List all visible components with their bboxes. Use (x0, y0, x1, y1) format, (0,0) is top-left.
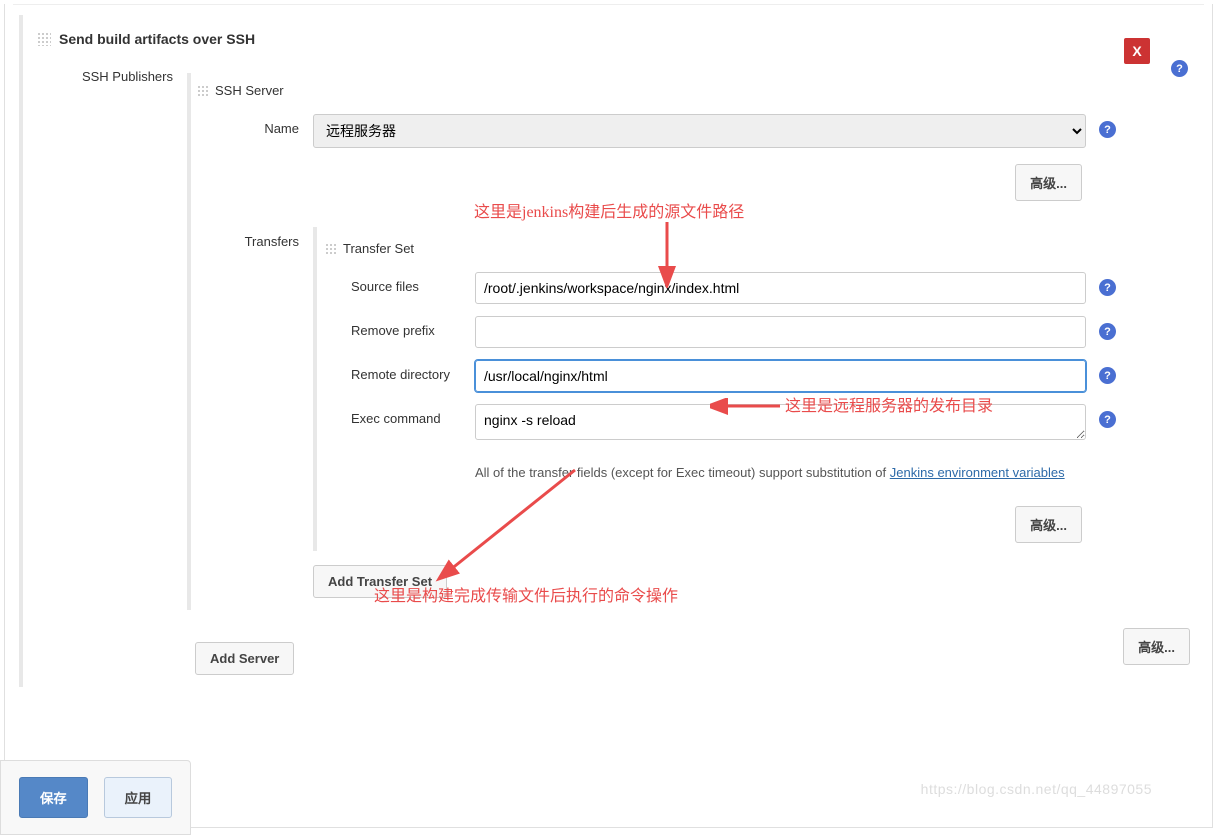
env-vars-link[interactable]: Jenkins environment variables (890, 465, 1065, 480)
help-icon[interactable]: ? (1099, 279, 1116, 296)
help-text: All of the transfer fields (except for E… (475, 455, 1086, 490)
ssh-server-header: SSH Server (197, 73, 1132, 108)
ssh-publishers-label: SSH Publishers (37, 63, 187, 84)
help-icon[interactable]: ? (1099, 121, 1116, 138)
remove-prefix-label: Remove prefix (345, 316, 475, 338)
exec-command-input[interactable]: nginx -s reload (475, 404, 1086, 440)
name-label: Name (203, 114, 313, 136)
advanced-button[interactable]: 高级... (1015, 506, 1082, 543)
advanced-button[interactable]: 高级... (1123, 628, 1190, 665)
ssh-server-name-select[interactable]: 远程服务器 (313, 114, 1086, 148)
drag-handle-icon[interactable] (325, 243, 337, 255)
exec-command-label: Exec command (345, 404, 475, 426)
bottom-bar: 保存 应用 (0, 760, 191, 835)
source-files-input[interactable] (475, 272, 1086, 304)
source-files-label: Source files (345, 272, 475, 294)
help-icon[interactable]: ? (1099, 411, 1116, 428)
advanced-button[interactable]: 高级... (1015, 164, 1082, 201)
transfers-label: Transfers (203, 227, 313, 249)
remove-prefix-input[interactable] (475, 316, 1086, 348)
apply-button[interactable]: 应用 (104, 777, 173, 818)
save-button[interactable]: 保存 (19, 777, 88, 818)
remote-directory-input[interactable] (475, 360, 1086, 392)
section-title: Send build artifacts over SSH (59, 31, 255, 47)
drag-handle-icon[interactable] (197, 85, 209, 97)
remote-directory-label: Remote directory (345, 360, 475, 382)
add-transfer-set-button[interactable]: Add Transfer Set (313, 565, 447, 598)
help-icon[interactable]: ? (1099, 323, 1116, 340)
transfer-set-header: Transfer Set (325, 231, 1126, 266)
help-icon[interactable]: ? (1099, 367, 1116, 384)
section-header: Send build artifacts over SSH (37, 15, 1212, 57)
drag-handle-icon[interactable] (37, 32, 51, 46)
watermark: https://blog.csdn.net/qq_44897055 (921, 781, 1152, 797)
add-server-button[interactable]: Add Server (195, 642, 294, 675)
